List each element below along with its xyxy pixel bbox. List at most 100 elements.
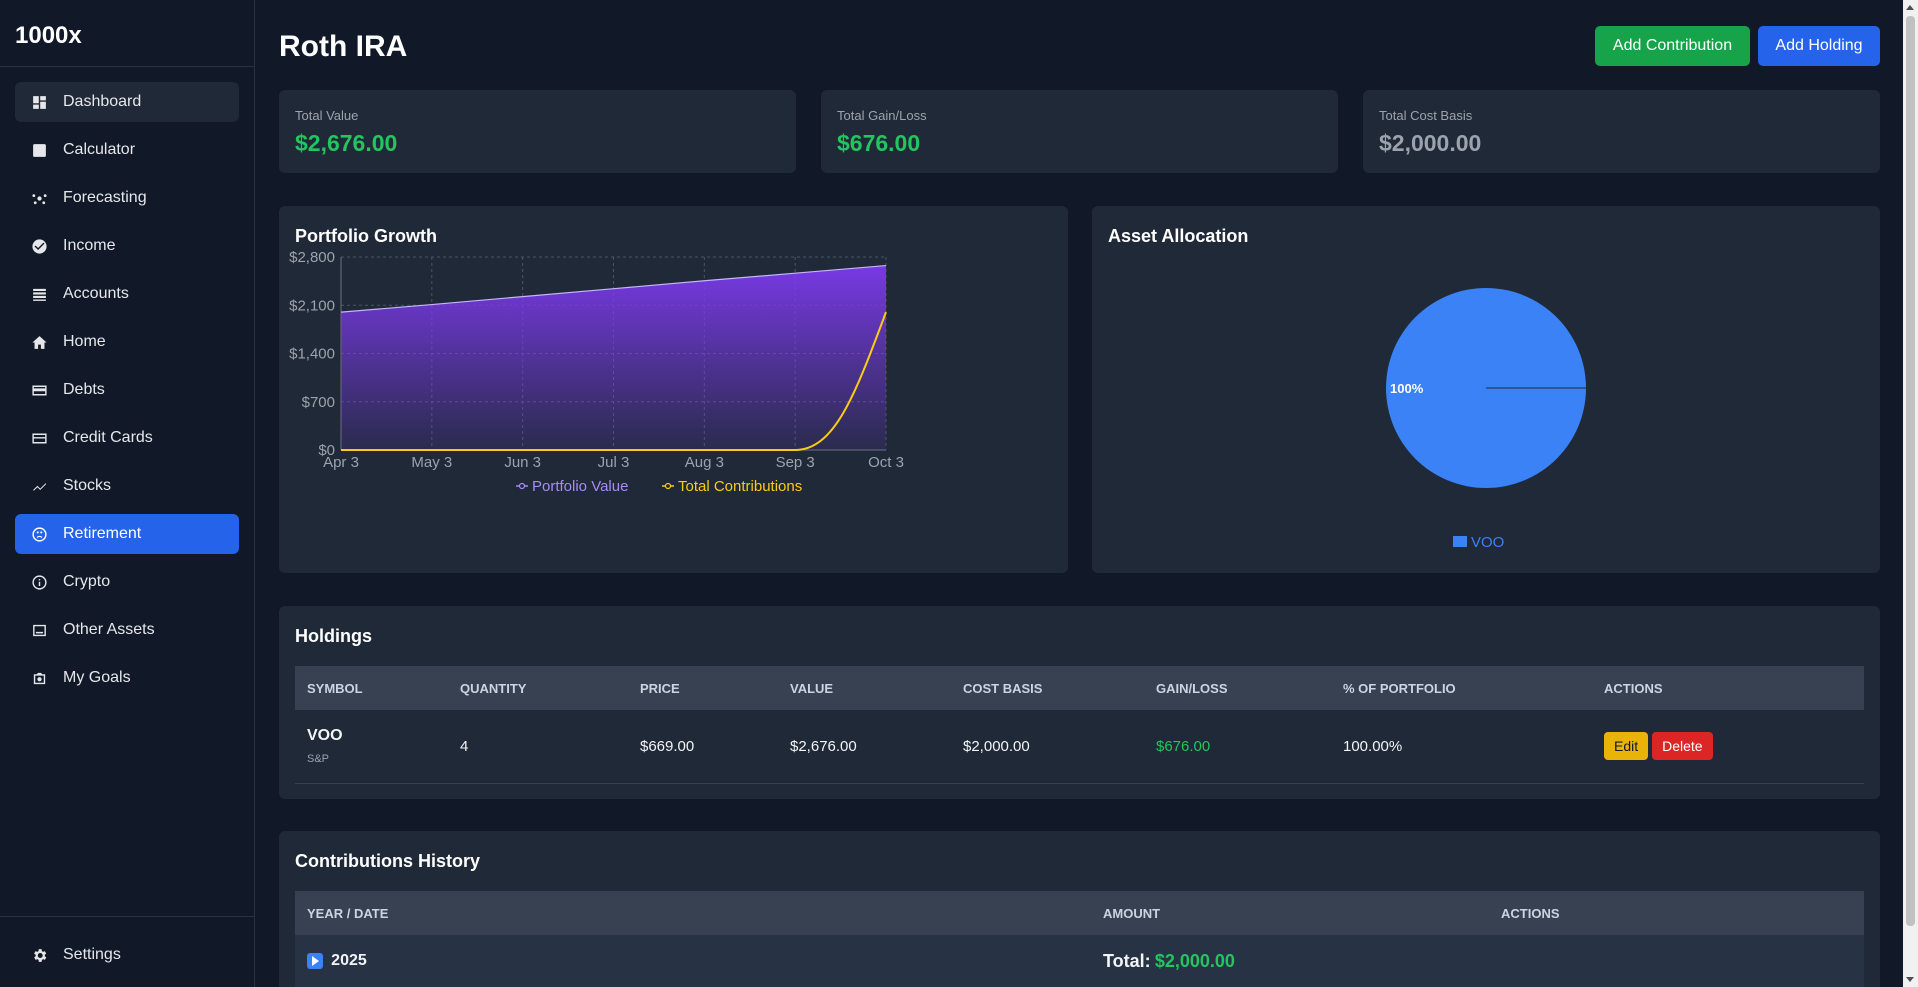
column-header[interactable]: GAIN/LOSS: [1144, 666, 1331, 710]
x-tick-label: Jul 3: [598, 454, 630, 471]
cost-basis-cell: $2,000.00: [951, 710, 1144, 784]
value-cell: $2,676.00: [778, 710, 951, 784]
contributions-title: Contributions History: [295, 851, 480, 871]
total-value: $2,000.00: [1154, 950, 1235, 971]
stat-label: Total Gain/Loss: [837, 108, 927, 123]
sidebar-item-calculator[interactable]: Calculator: [15, 130, 239, 170]
column-header[interactable]: PRICE: [628, 666, 778, 710]
sidebar-item-label: Accounts: [63, 285, 129, 302]
sidebar-item-dashboard[interactable]: Dashboard: [15, 82, 239, 122]
y-tick-label: $2,800: [289, 249, 335, 266]
add-contribution-button[interactable]: Add Contribution: [1595, 26, 1750, 66]
sidebar-item-label: Settings: [63, 946, 121, 963]
holdings-card: Holdings SYMBOL QUANTITY PRICE VALUE COS…: [279, 606, 1880, 799]
pie-slice-label: 100%: [1390, 381, 1424, 396]
stat-value: $2,000.00: [1379, 130, 1482, 156]
sidebar-item-my-goals[interactable]: My Goals: [15, 658, 239, 698]
sidebar-item-label: Other Assets: [63, 621, 155, 638]
x-tick-label: May 3: [411, 454, 452, 471]
table-header-row: YEAR / DATE AMOUNT ACTIONS: [295, 891, 1864, 935]
sidebar-item-label: My Goals: [63, 669, 131, 686]
column-header: ACTIONS: [1489, 891, 1864, 935]
sidebar-item-label: Debts: [63, 381, 105, 398]
stat-label: Total Cost Basis: [1379, 108, 1473, 123]
delete-button[interactable]: Delete: [1652, 732, 1713, 761]
sidebar-footer: Settings: [0, 916, 254, 987]
column-header[interactable]: SYMBOL: [295, 666, 448, 710]
sidebar-item-label: Home: [63, 333, 106, 350]
portfolio-pct-cell: 100.00%: [1331, 710, 1592, 784]
total-gain-loss-card: Total Gain/Loss $676.00: [821, 90, 1338, 173]
sidebar-item-label: Stocks: [63, 477, 112, 494]
goals-icon: [29, 668, 49, 688]
sidebar-item-other-assets[interactable]: Other Assets: [15, 610, 239, 650]
x-tick-label: Oct 3: [868, 454, 904, 471]
contributions-table: YEAR / DATE AMOUNT ACTIONS 2025 Total: $: [295, 891, 1864, 987]
sidebar-item-forecasting[interactable]: Forecasting: [15, 178, 239, 218]
sidebar-item-crypto[interactable]: Crypto: [15, 562, 239, 602]
expand-icon[interactable]: [307, 953, 323, 970]
crypto-icon: [29, 572, 49, 592]
holding-symbol: VOO: [307, 727, 343, 745]
price-cell: $669.00: [628, 710, 778, 784]
actions-cell: [1489, 935, 1864, 987]
stocks-icon: [29, 476, 49, 496]
table-row[interactable]: 2025 Total: $2,000.00: [295, 935, 1864, 987]
page-title: Roth IRA: [279, 30, 408, 63]
page-scrollbar[interactable]: [1903, 0, 1918, 987]
contributions-card: Contributions History YEAR / DATE AMOUNT…: [279, 831, 1880, 987]
retirement-icon: [29, 524, 49, 544]
sidebar-item-settings[interactable]: Settings: [15, 935, 239, 975]
sidebar-item-accounts[interactable]: Accounts: [15, 274, 239, 314]
legend-label[interactable]: Portfolio Value: [532, 478, 628, 495]
column-header: YEAR / DATE: [295, 891, 1091, 935]
column-header[interactable]: QUANTITY: [448, 666, 628, 710]
portfolio-growth-chart[interactable]: $0$700$1,400$2,100$2,800Apr 3 May 3 Jun 3J…: [279, 206, 1068, 573]
asset-allocation-chart[interactable]: 100% VOO: [1092, 206, 1880, 573]
sidebar-item-retirement[interactable]: Retirement: [15, 514, 239, 554]
symbol-cell: VOO S&P: [295, 710, 448, 784]
table-header-row: SYMBOL QUANTITY PRICE VALUE COST BASIS G…: [295, 666, 1864, 710]
table-row[interactable]: VOO S&P 4 $669.00 $2,676.00 $2,000.00 $6…: [295, 710, 1864, 784]
column-header[interactable]: % OF PORTFOLIO: [1331, 666, 1592, 710]
other-assets-icon: [29, 620, 49, 640]
add-holding-button[interactable]: Add Holding: [1758, 26, 1880, 66]
sidebar-item-label: Calculator: [63, 141, 136, 158]
actions-cell: Edit Delete: [1592, 710, 1864, 784]
scroll-down-arrow-icon[interactable]: [1906, 977, 1914, 982]
column-header: AMOUNT: [1091, 891, 1489, 935]
app-brand[interactable]: 1000x: [0, 0, 254, 67]
sidebar-item-credit-cards[interactable]: Credit Cards: [15, 418, 239, 458]
asset-allocation-card: Asset Allocation 100% VOO: [1092, 206, 1880, 573]
scroll-up-arrow-icon[interactable]: [1906, 5, 1914, 10]
holdings-title: Holdings: [295, 626, 372, 646]
column-header[interactable]: COST BASIS: [951, 666, 1144, 710]
x-tick-label: Sep 3: [776, 454, 815, 471]
quantity-cell: 4: [448, 710, 628, 784]
edit-button[interactable]: Edit: [1604, 732, 1649, 761]
stat-value: $2,676.00: [295, 130, 398, 156]
sidebar-item-label: Income: [63, 237, 116, 254]
scroll-thumb[interactable]: [1906, 16, 1915, 926]
legend-label[interactable]: Total Contributions: [678, 478, 802, 495]
total-value-card: Total Value $2,676.00: [279, 90, 796, 173]
contributions-table-wrap: YEAR / DATE AMOUNT ACTIONS 2025 Total: $: [295, 891, 1864, 987]
x-tick-label: Apr 3: [323, 454, 359, 471]
holding-name: S&P: [307, 753, 330, 766]
sidebar-item-debts[interactable]: Debts: [15, 370, 239, 410]
holdings-table: SYMBOL QUANTITY PRICE VALUE COST BASIS G…: [295, 666, 1864, 784]
total-cost-basis-card: Total Cost Basis $2,000.00: [1363, 90, 1880, 173]
sidebar: 1000x Dashboard Calculator Forecasting I…: [0, 0, 255, 987]
year-cell[interactable]: 2025: [295, 935, 1091, 987]
x-tick-label: Aug 3: [685, 454, 724, 471]
sidebar-item-home[interactable]: Home: [15, 322, 239, 362]
sidebar-item-stocks[interactable]: Stocks: [15, 466, 239, 506]
column-header[interactable]: VALUE: [778, 666, 951, 710]
total-label: Total:: [1103, 950, 1151, 971]
sidebar-item-income[interactable]: Income: [15, 226, 239, 266]
sidebar-nav: Dashboard Calculator Forecasting Income …: [0, 67, 254, 698]
debts-icon: [29, 380, 49, 400]
credit-card-icon: [29, 428, 49, 448]
legend-label[interactable]: VOO: [1471, 534, 1504, 551]
dashboard-icon: [29, 92, 49, 112]
